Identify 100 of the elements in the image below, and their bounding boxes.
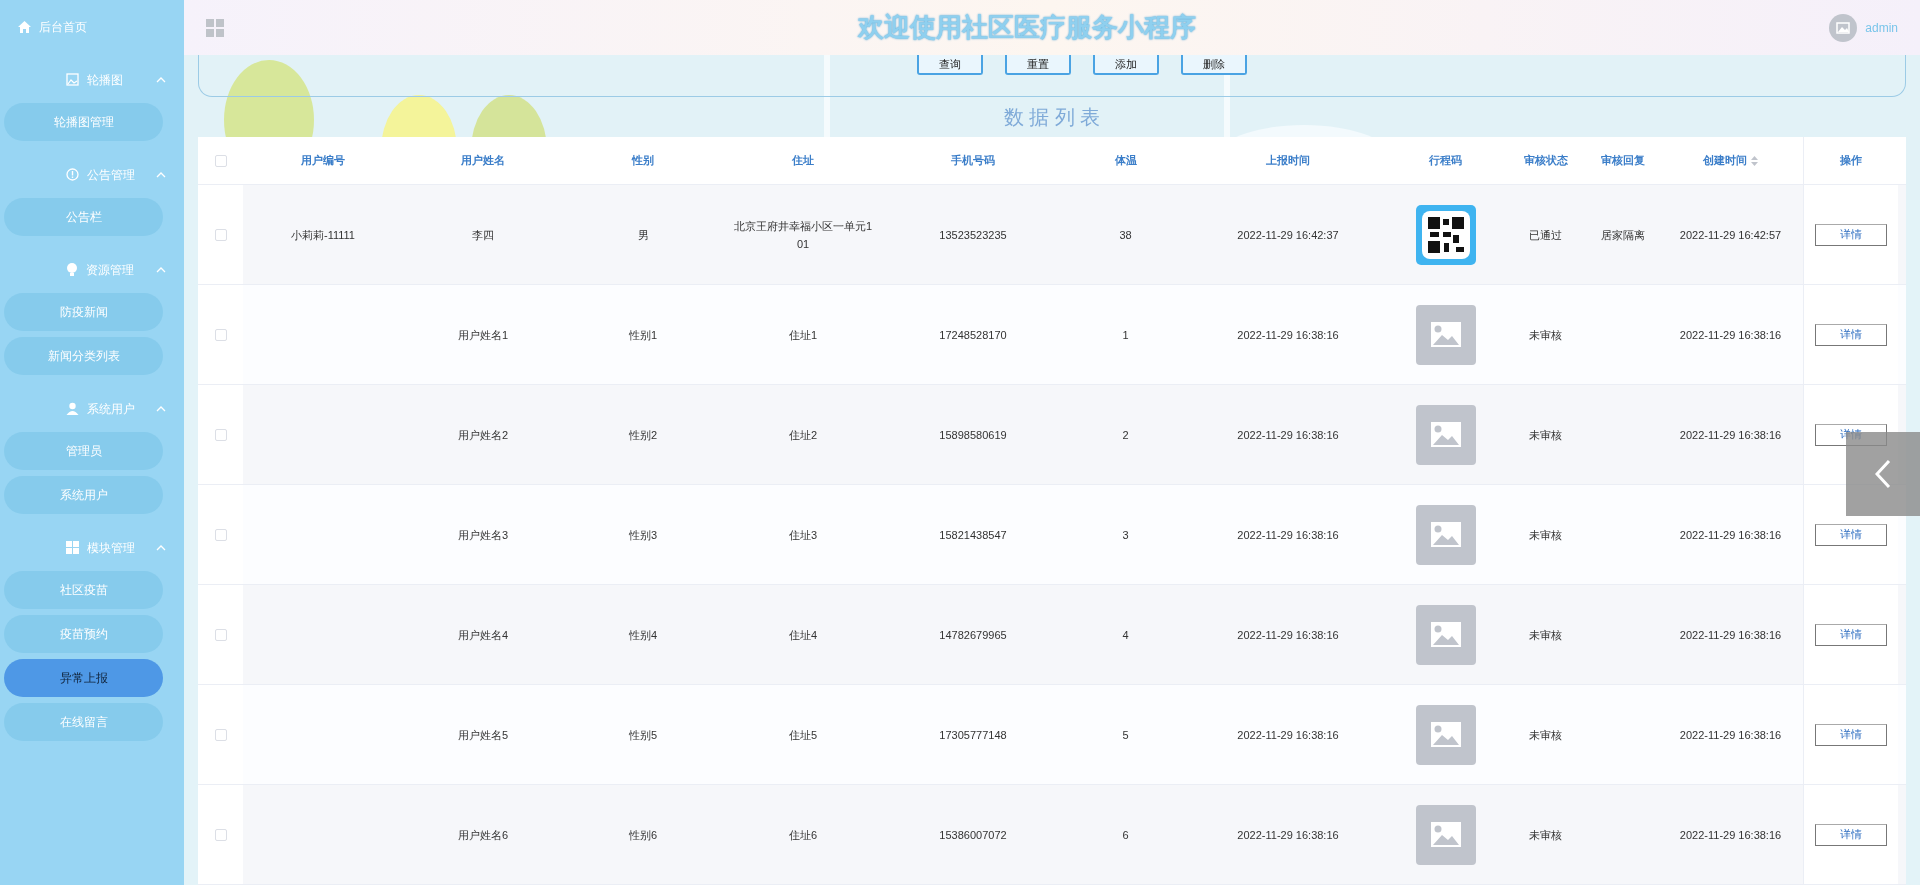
checkbox[interactable]: [214, 628, 227, 641]
table-cell-text: 男: [637, 227, 649, 243]
image-placeholder-icon[interactable]: [1415, 304, 1476, 365]
page-title: 欢迎使用社区医疗服务小程序: [857, 11, 1196, 44]
chevron-left-icon: [1875, 459, 1891, 489]
column-header: 用户编号: [301, 153, 345, 169]
chevron-up-icon[interactable]: [156, 266, 166, 273]
detail-button[interactable]: 详情: [1815, 723, 1887, 746]
table-cell-text: 1: [1122, 327, 1129, 343]
column-header: 审核回复: [1601, 153, 1645, 169]
chevron-up-icon[interactable]: [156, 76, 166, 83]
table-row[interactable]: 用户姓名1 性别1 住址1 17248528170 1 2022-11-29 16:38:16 未审核 2022-11-29 16:38:16 详情: [198, 285, 1906, 385]
column-header: 性别: [632, 153, 654, 169]
detail-button[interactable]: 详情: [1815, 623, 1887, 646]
table-cell-text: 2022-11-29 16:38:16: [1679, 627, 1782, 643]
table-cell-text: 2: [1122, 427, 1129, 443]
checkbox[interactable]: [214, 828, 227, 841]
action-button[interactable]: 删除: [1181, 55, 1247, 75]
table-cell-text: 17305777148: [939, 727, 1007, 743]
chevron-up-icon[interactable]: [156, 405, 166, 412]
image-placeholder-icon[interactable]: [1415, 504, 1476, 565]
table-cell-text: 性别1: [628, 327, 658, 343]
table-cell-text: 住址4: [788, 627, 818, 643]
table-cell-text: 已通过: [1529, 227, 1562, 243]
table-cell-text: 15898580619: [939, 427, 1007, 443]
menu-icon[interactable]: [206, 18, 224, 37]
table-cell-text: 14782679965: [939, 627, 1007, 643]
checkbox[interactable]: [214, 528, 227, 541]
table-row[interactable]: 用户姓名4 性别4 住址4 14782679965 4 2022-11-29 16:38:16 未审核 2022-11-29 16:38:16 详情: [198, 585, 1906, 685]
detail-button[interactable]: 详情: [1815, 223, 1887, 246]
menu-item[interactable]: 异常上报: [4, 659, 163, 697]
table-cell-text: 用户姓名1: [457, 327, 509, 343]
image-placeholder-icon[interactable]: [1415, 704, 1476, 765]
user-icon: [66, 402, 79, 415]
table-cell-text: 3: [1122, 527, 1129, 543]
table-cell-text: 李四: [472, 227, 494, 243]
table-cell-text: 未审核: [1529, 527, 1562, 543]
table-row[interactable]: 小莉莉-11111 李四 男 北京王府井幸福小区一单元101 13523523235 38 2022-11-29 16:42:37 已通过 居家隔离 2022-11-29 16:42:57 详情: [198, 185, 1906, 285]
qr-code-icon[interactable]: [1415, 204, 1476, 265]
table-cell-text: 住址1: [788, 327, 818, 343]
detail-button[interactable]: 详情: [1815, 523, 1887, 546]
column-header: 审核状态: [1523, 153, 1568, 169]
table-cell-text: 2022-11-29 16:38:16: [1237, 627, 1339, 643]
table-cell-text: 15821438547: [939, 527, 1007, 543]
column-header: 行程码: [1429, 153, 1462, 169]
image-placeholder-icon[interactable]: [1415, 404, 1476, 465]
sort-icon[interactable]: [1751, 155, 1758, 166]
table-cell-text: 4: [1122, 627, 1129, 643]
table-cell-text: 13523523235: [939, 227, 1007, 243]
table-cell-text: 小莉莉-11111: [291, 227, 355, 243]
table-cell-text: 未审核: [1529, 727, 1562, 743]
table-cell-text: 北京王府井幸福小区一单元101: [732, 218, 874, 252]
table-cell-text: 2022-11-29 16:38:16: [1679, 427, 1782, 443]
table-cell-text: 38: [1119, 227, 1132, 243]
table-cell-text: 2022-11-29 16:38:16: [1237, 527, 1339, 543]
column-header: 操作: [1840, 153, 1862, 169]
table-cell-text: 性别2: [628, 427, 658, 443]
column-header: 住址: [792, 153, 814, 169]
table-cell-text: 住址6: [788, 827, 818, 843]
chevron-up-icon[interactable]: [156, 544, 166, 551]
table-cell-text: 居家隔离: [1601, 227, 1645, 243]
table-cell-text: 性别4: [628, 627, 658, 643]
checkbox[interactable]: [214, 228, 227, 241]
action-button[interactable]: 查询: [917, 55, 983, 75]
column-header: 上报时间: [1266, 153, 1310, 169]
table-cell-text: 用户姓名5: [457, 727, 509, 743]
table-cell-text: 住址3: [788, 527, 818, 543]
image-placeholder-icon[interactable]: [1415, 804, 1476, 865]
action-button[interactable]: 添加: [1093, 55, 1159, 75]
checkbox[interactable]: [214, 428, 227, 441]
table-row[interactable]: 用户姓名3 性别3 住址3 15821438547 3 2022-11-29 16:38:16 未审核 2022-11-29 16:38:16 详情: [198, 485, 1906, 585]
table-cell-text: 2022-11-29 16:38:16: [1679, 827, 1782, 843]
table-cell-text: 未审核: [1529, 427, 1562, 443]
table-row[interactable]: 用户姓名5 性别5 住址5 17305777148 5 2022-11-29 16:38:16 未审核 2022-11-29 16:38:16 详情: [198, 685, 1906, 785]
table-cell-text: 2022-11-29 16:42:57: [1679, 227, 1782, 243]
table-cell-text: 用户姓名6: [457, 827, 509, 843]
table-cell-text: 2022-11-29 16:38:16: [1237, 327, 1339, 343]
table-cell-text: 用户姓名2: [457, 427, 509, 443]
image-placeholder-icon[interactable]: [1415, 604, 1476, 665]
table-cell-text: 2022-11-29 16:38:16: [1679, 727, 1782, 743]
table-row[interactable]: 用户姓名6 性别6 住址6 15386007072 6 2022-11-29 16:38:16 未审核 2022-11-29 16:38:16 详情: [198, 785, 1906, 885]
checkbox[interactable]: [214, 328, 227, 341]
table-cell-text: 2022-11-29 16:42:37: [1237, 227, 1339, 243]
checkbox[interactable]: [214, 728, 227, 741]
action-button[interactable]: 重置: [1005, 55, 1071, 75]
checkbox[interactable]: [214, 154, 227, 167]
table-cell-text: 2022-11-29 16:38:16: [1679, 527, 1782, 543]
table-cell-text: 2022-11-29 16:38:16: [1679, 327, 1782, 343]
grid-icon: [66, 541, 79, 554]
detail-button[interactable]: 详情: [1815, 323, 1887, 346]
avatar-icon[interactable]: [1829, 13, 1858, 42]
table-cell-text: 性别5: [628, 727, 658, 743]
list-title: 数 据 列 表: [1003, 104, 1101, 130]
table-cell-text: 2022-11-29 16:38:16: [1237, 827, 1339, 843]
table-cell-text: 性别6: [628, 827, 658, 843]
chevron-up-icon[interactable]: [156, 171, 166, 178]
table-cell-text: 性别3: [628, 527, 658, 543]
detail-button[interactable]: 详情: [1815, 823, 1887, 846]
table-cell-text: 5: [1122, 727, 1129, 743]
table-cell-text: 未审核: [1529, 827, 1562, 843]
